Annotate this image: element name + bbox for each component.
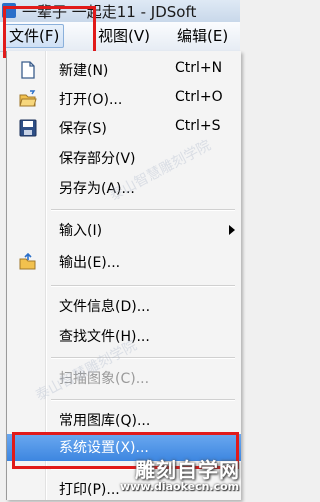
menu-item-label: 输出(E)... bbox=[59, 255, 121, 271]
menu-item-label: 保存(S) bbox=[59, 121, 107, 137]
submenu-arrow-icon bbox=[229, 225, 235, 235]
export-folder-icon bbox=[19, 252, 37, 271]
menu-item-save[interactable]: 保存(S) Ctrl+S bbox=[7, 115, 241, 141]
menu-item-scan-image: 扫描图象(C)... bbox=[7, 365, 241, 391]
menu-separator bbox=[51, 357, 235, 359]
menu-separator bbox=[51, 209, 235, 211]
menu-separator bbox=[51, 399, 235, 401]
menu-item-label: 文件信息(D)... bbox=[59, 299, 151, 315]
window-title: 一辈子 一起走11 - JDSoft bbox=[22, 3, 197, 21]
menu-item-find-file[interactable]: 查找文件(H)... bbox=[7, 323, 241, 349]
menu-item-label: 查找文件(H)... bbox=[59, 329, 150, 345]
menu-item-label: 扫描图象(C)... bbox=[59, 371, 150, 387]
menu-item-shortcut: Ctrl+O bbox=[175, 89, 223, 105]
watermark-brand: 雕刻自学网 bbox=[135, 458, 240, 482]
watermark-url: www.diaokecn.com bbox=[120, 480, 240, 493]
open-folder-icon bbox=[19, 90, 37, 108]
menu-view[interactable]: 视图(V) bbox=[94, 25, 154, 47]
menu-item-label: 新建(N) bbox=[59, 63, 109, 79]
menu-item-shortcut: Ctrl+N bbox=[175, 60, 223, 76]
menu-item-label: 保存部分(V) bbox=[59, 151, 136, 167]
title-bar: 一辈子 一起走11 - JDSoft bbox=[0, 0, 240, 23]
menu-item-import[interactable]: 输入(I) bbox=[7, 217, 241, 243]
menu-edit[interactable]: 编辑(E) bbox=[173, 25, 232, 47]
menu-bar: 文件(F) 视图(V) 编辑(E) bbox=[0, 22, 240, 52]
save-floppy-icon bbox=[19, 119, 37, 137]
menu-item-export[interactable]: 输出(E)... bbox=[7, 249, 241, 275]
menu-item-shortcut: Ctrl+S bbox=[175, 118, 221, 134]
menu-item-save-as[interactable]: 另存为(A)... bbox=[7, 175, 241, 201]
menu-item-open[interactable]: 打开(O)... Ctrl+O bbox=[7, 86, 241, 112]
menu-item-save-part[interactable]: 保存部分(V) bbox=[7, 145, 241, 171]
new-document-icon bbox=[19, 61, 37, 79]
menu-item-label: 打开(O)... bbox=[59, 92, 123, 108]
menu-item-label: 常用图库(Q)... bbox=[59, 413, 151, 429]
menu-item-label: 输入(I) bbox=[59, 223, 103, 239]
menu-item-file-info[interactable]: 文件信息(D)... bbox=[7, 293, 241, 319]
menu-file[interactable]: 文件(F) bbox=[4, 24, 65, 48]
menu-item-common-library[interactable]: 常用图库(Q)... bbox=[7, 407, 241, 433]
menu-separator bbox=[51, 285, 235, 287]
menu-item-new[interactable]: 新建(N) Ctrl+N bbox=[7, 57, 241, 83]
menu-item-label: 打印(P)... bbox=[59, 482, 120, 498]
file-dropdown-menu: 新建(N) Ctrl+N 打开(O)... Ctrl+O 保存(S) Ctrl+… bbox=[6, 51, 241, 500]
menu-item-label: 另存为(A)... bbox=[59, 181, 135, 197]
app-icon[interactable] bbox=[2, 3, 16, 18]
